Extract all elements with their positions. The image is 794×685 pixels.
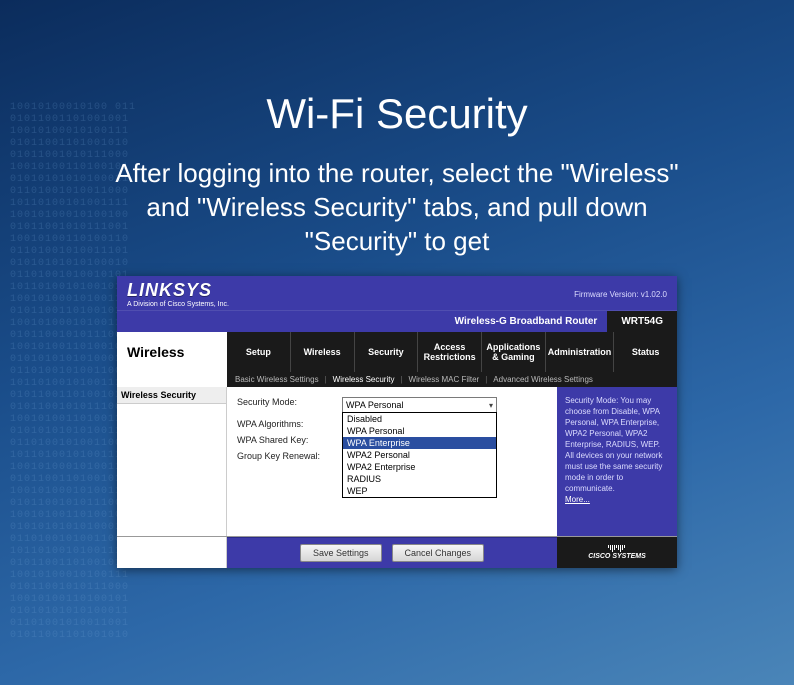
linksys-logo: LINKSYS A Division of Cisco Systems, Inc… [127, 280, 229, 308]
main-tabs: Setup Wireless Security Access Restricti… [227, 332, 677, 372]
tab-apps[interactable]: Applications & Gaming [482, 332, 546, 372]
tab-access[interactable]: Access Restrictions [418, 332, 482, 372]
option-radius[interactable]: RADIUS [343, 473, 496, 485]
option-wpa-personal[interactable]: WPA Personal [343, 425, 496, 437]
model-code: WRT54G [607, 311, 677, 332]
subtab-mac[interactable]: Wireless MAC Filter [409, 375, 480, 384]
subtab-security[interactable]: Wireless Security [333, 375, 395, 384]
cisco-bars-icon [608, 545, 625, 552]
section-label: Wireless [117, 332, 227, 372]
option-wpa2-personal[interactable]: WPA2 Personal [343, 449, 496, 461]
security-mode-value: WPA Personal [346, 400, 403, 410]
help-text: Security Mode: You may choose from Disab… [565, 396, 662, 493]
subtab-advanced[interactable]: Advanced Wireless Settings [493, 375, 593, 384]
model-name: Wireless-G Broadband Router [127, 311, 607, 332]
help-panel: Security Mode: You may choose from Disab… [557, 387, 677, 536]
sub-tabs: Basic Wireless Settings | Wireless Secur… [227, 372, 677, 387]
slide-title: Wi-Fi Security [0, 90, 794, 138]
wpa-shared-key-label: WPA Shared Key: [237, 435, 342, 445]
cisco-text: CISCO SYSTEMS [588, 553, 646, 560]
security-mode-select[interactable]: WPA Personal ▾ [342, 397, 497, 413]
security-mode-label: Security Mode: [237, 397, 342, 407]
side-panel-title: Wireless Security [117, 387, 226, 404]
tab-status[interactable]: Status [614, 332, 677, 372]
brand-subtext: A Division of Cisco Systems, Inc. [127, 301, 229, 308]
tab-wireless[interactable]: Wireless [291, 332, 355, 372]
tab-admin[interactable]: Administration [546, 332, 615, 372]
option-wpa2-enterprise[interactable]: WPA2 Enterprise [343, 461, 496, 473]
wpa-algorithms-label: WPA Algorithms: [237, 419, 342, 429]
firmware-version: Firmware Version: v1.02.0 [574, 290, 667, 299]
subtab-basic[interactable]: Basic Wireless Settings [235, 375, 319, 384]
tab-setup[interactable]: Setup [227, 332, 291, 372]
save-button[interactable]: Save Settings [300, 544, 382, 562]
tab-security[interactable]: Security [355, 332, 419, 372]
help-more-link[interactable]: More... [565, 495, 590, 504]
brand-text: LINKSYS [127, 280, 229, 301]
option-disabled[interactable]: Disabled [343, 413, 496, 425]
group-key-renewal-label: Group Key Renewal: [237, 451, 342, 461]
security-mode-dropdown[interactable]: Disabled WPA Personal WPA Enterprise WPA… [342, 412, 497, 498]
option-wep[interactable]: WEP [343, 485, 496, 497]
slide-blurb: After logging into the router, select th… [110, 156, 684, 258]
option-wpa-enterprise[interactable]: WPA Enterprise [343, 437, 496, 449]
router-screenshot: LINKSYS A Division of Cisco Systems, Inc… [117, 276, 677, 568]
chevron-down-icon: ▾ [489, 401, 493, 410]
cancel-button[interactable]: Cancel Changes [392, 544, 485, 562]
cisco-logo: CISCO SYSTEMS [557, 537, 677, 568]
